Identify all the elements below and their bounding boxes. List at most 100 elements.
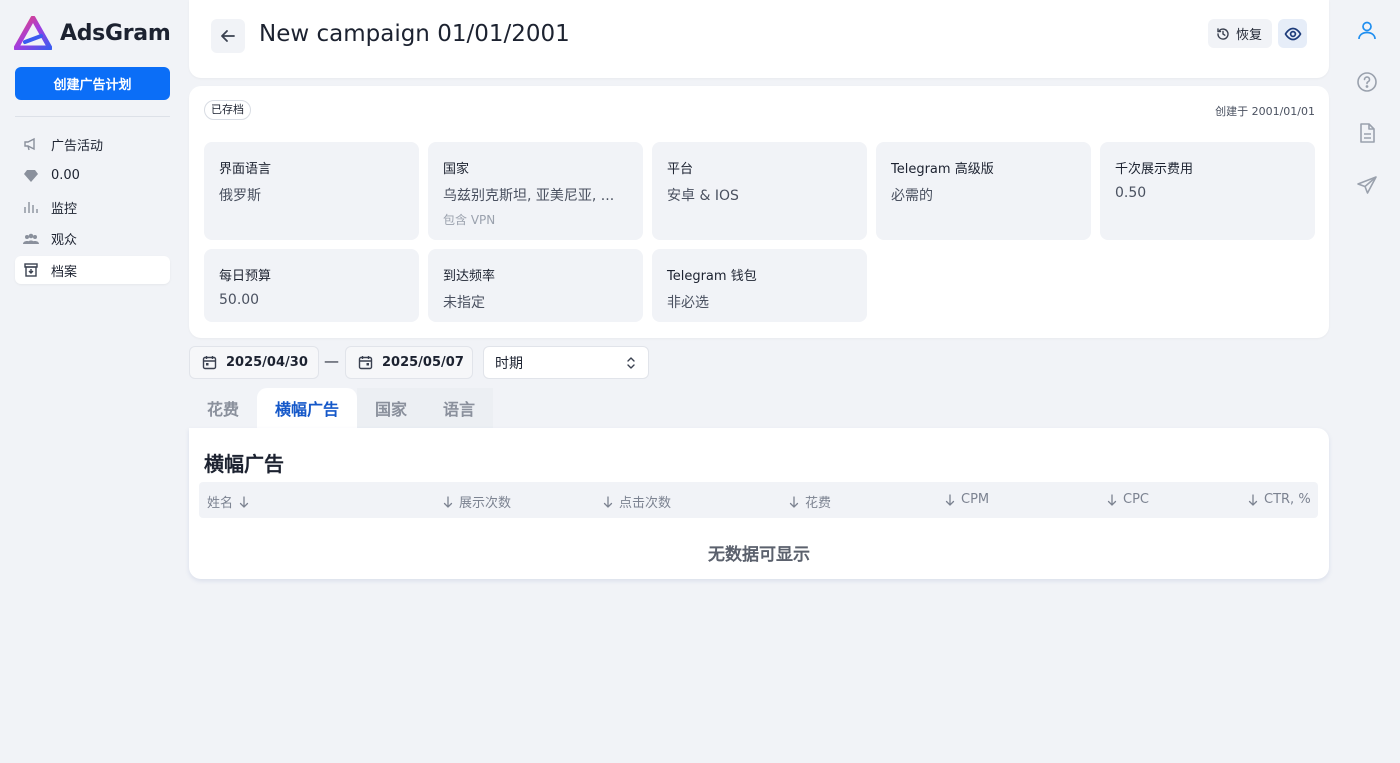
column-header-cpc[interactable]: CPC [1107, 492, 1149, 507]
tile-label: Telegram 高级版 [891, 162, 994, 177]
tile-label: 千次展示费用 [1115, 162, 1194, 177]
tile-label: 到达频率 [443, 269, 496, 284]
tile-reach-frequency: 到达频率 未指定 [428, 249, 643, 322]
tab-countries[interactable]: 国家 [357, 388, 426, 428]
date-range-separator: — [324, 352, 339, 370]
table-header: 姓名 展示次数 点击次数 花费 CPM CPC CTR, % [199, 482, 1318, 518]
column-header-name[interactable]: 姓名 [207, 492, 249, 511]
user-icon [1358, 21, 1376, 40]
sort-arrow-icon [945, 493, 955, 506]
tile-telegram-wallet: Telegram 钱包 非必选 [652, 249, 867, 322]
help-circle-icon [1357, 72, 1377, 92]
sort-arrow-icon [443, 495, 453, 508]
chevron-up-down-icon [627, 357, 635, 369]
column-label: 点击次数 [619, 496, 672, 511]
sidebar-item-campaigns[interactable]: 广告活动 [15, 130, 170, 158]
column-label: CPC [1123, 492, 1149, 507]
sidebar-item-label: 0.00 [51, 168, 80, 183]
tile-label: 界面语言 [219, 162, 272, 177]
tile-platform: 平台 安卓 & IOS [652, 142, 867, 240]
tile-telegram-premium: Telegram 高级版 必需的 [876, 142, 1091, 240]
sidebar-item-audience[interactable]: 观众 [15, 225, 170, 253]
sidebar-item-balance[interactable]: 0.00 [15, 162, 170, 190]
header-card: New campaign 01/01/2001 恢复 [189, 0, 1329, 78]
tile-value: 俄罗斯 [219, 188, 261, 204]
tile-value: 未指定 [443, 295, 485, 311]
sidebar-item-label: 监控 [51, 201, 78, 217]
table-title: 横幅广告 [204, 452, 284, 476]
tab-languages[interactable]: 语言 [425, 388, 494, 428]
sidebar-item-label: 档案 [51, 264, 78, 280]
date-to-picker[interactable]: 2025/05/07 [345, 346, 473, 379]
campaign-info-card: 已存档 创建于 2001/01/01 界面语言 俄罗斯 国家 乌兹别克斯坦, 亚… [189, 86, 1329, 338]
date-from-picker[interactable]: 2025/04/30 [189, 346, 319, 379]
column-header-cpm[interactable]: CPM [945, 492, 989, 507]
sort-arrow-icon [603, 495, 613, 508]
status-badge: 已存档 [204, 100, 251, 120]
column-header-impressions[interactable]: 展示次数 [443, 492, 511, 511]
telegram-send-icon [1357, 176, 1377, 194]
tile-countries: 国家 乌兹别克斯坦, 亚美尼亚, ... 包含 VPN [428, 142, 643, 240]
preview-button[interactable] [1278, 19, 1307, 48]
tile-label: 国家 [443, 162, 470, 177]
eye-icon [1284, 27, 1301, 40]
sort-arrow-icon [789, 495, 799, 508]
sidebar-item-label: 广告活动 [51, 138, 104, 154]
profile-button[interactable] [1352, 15, 1382, 45]
logo[interactable]: AdsGram [14, 16, 171, 50]
megaphone-icon [23, 136, 39, 152]
date-from-value: 2025/04/30 [226, 355, 308, 370]
period-select[interactable]: 时期 [483, 346, 649, 379]
back-button[interactable] [211, 19, 245, 53]
sidebar-divider [15, 116, 170, 117]
adsgram-logo-icon [14, 16, 52, 50]
column-header-ctr[interactable]: CTR, % [1248, 492, 1311, 507]
calendar-icon [358, 356, 373, 370]
column-label: 花费 [805, 496, 832, 511]
create-campaign-button[interactable]: 创建广告计划 [15, 67, 170, 100]
sort-arrow-icon [1107, 493, 1117, 506]
empty-state-text: 无数据可显示 [708, 545, 810, 565]
calendar-icon [202, 356, 217, 370]
tab-spend[interactable]: 花费 [189, 388, 257, 428]
column-header-spend[interactable]: 花费 [789, 492, 831, 511]
users-icon [23, 231, 39, 247]
tile-value: 0.50 [1115, 185, 1147, 201]
tile-value: 安卓 & IOS [667, 188, 739, 204]
tile-daily-budget: 每日预算 50.00 [204, 249, 419, 322]
column-label: CPM [961, 492, 990, 507]
help-button[interactable] [1352, 67, 1382, 97]
tile-label: Telegram 钱包 [667, 269, 757, 284]
column-label: 展示次数 [459, 496, 512, 511]
report-tabs: 花费 横幅广告 国家 语言 [189, 388, 494, 428]
tile-label: 每日预算 [219, 269, 272, 284]
sidebar-item-archive[interactable]: 档案 [15, 256, 170, 284]
column-header-clicks[interactable]: 点击次数 [603, 492, 671, 511]
sort-arrow-icon [1248, 493, 1258, 506]
column-label: CTR, % [1264, 492, 1311, 507]
telegram-button[interactable] [1352, 170, 1382, 200]
sidebar-item-label: 观众 [51, 233, 78, 248]
tile-cpm: 千次展示费用 0.50 [1100, 142, 1315, 240]
sort-arrow-icon [239, 495, 249, 508]
restore-button[interactable]: 恢复 [1208, 19, 1273, 48]
docs-button[interactable] [1352, 118, 1382, 148]
document-icon [1360, 123, 1375, 143]
archive-icon [23, 262, 39, 278]
page-title: New campaign 01/01/2001 [259, 21, 570, 47]
tile-sub: 包含 VPN [443, 213, 496, 227]
date-to-value: 2025/05/07 [382, 355, 464, 370]
diamond-icon [23, 168, 39, 184]
sidebar: AdsGram 创建广告计划 广告活动 0.00 监控 观众 档案 [0, 0, 184, 763]
column-label: 姓名 [207, 496, 234, 511]
tile-value: 非必选 [667, 295, 709, 311]
sidebar-item-monitoring[interactable]: 监控 [15, 193, 170, 221]
tab-banners[interactable]: 横幅广告 [257, 388, 358, 428]
banners-table-card: 横幅广告 姓名 展示次数 点击次数 花费 CPM CPC CTR, % 无数据可… [189, 428, 1329, 579]
brand-name: AdsGram [60, 20, 171, 46]
arrow-left-icon [221, 30, 235, 42]
tile-value: 乌兹别克斯坦, 亚美尼亚, ... [443, 188, 615, 204]
bar-chart-icon [23, 199, 39, 215]
restore-label: 恢复 [1236, 28, 1263, 43]
sidebar-nav: 广告活动 0.00 监控 观众 档案 [15, 130, 170, 288]
